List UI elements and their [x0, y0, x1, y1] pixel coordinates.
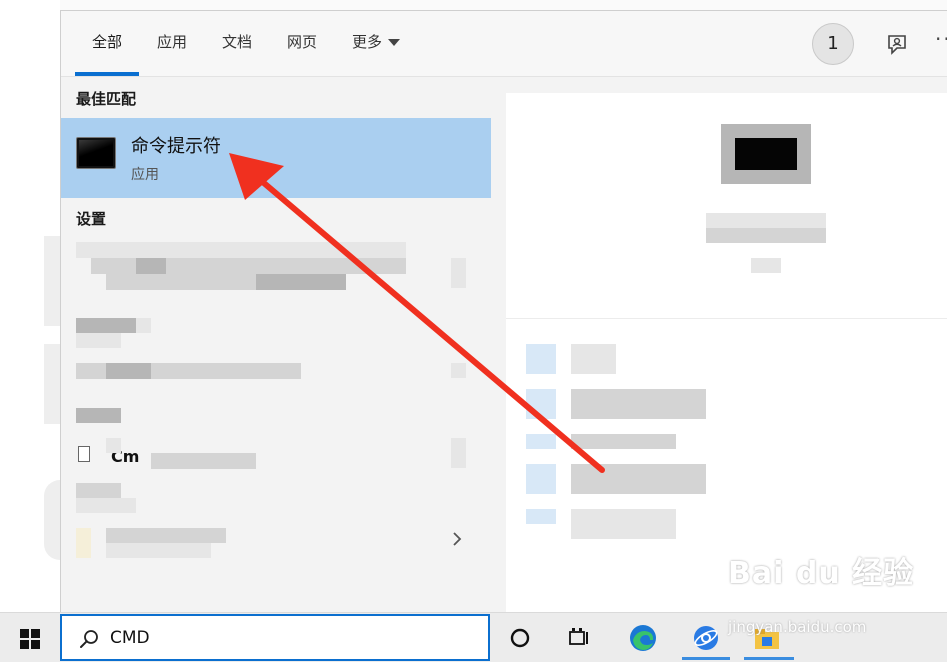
- blurred-region: [44, 236, 60, 326]
- cortana-icon[interactable]: [505, 623, 535, 653]
- blurred-region: [76, 498, 136, 513]
- blurred-region: [571, 389, 706, 419]
- blurred-region: [76, 408, 121, 423]
- preview-pane: [506, 93, 947, 613]
- taskbar-search-box[interactable]: CMD: [60, 614, 490, 661]
- blurred-region: [106, 528, 226, 543]
- blurred-region: [136, 318, 151, 333]
- browser-icon[interactable]: [691, 623, 721, 653]
- blurred-region: [106, 543, 211, 558]
- action-icon: [526, 509, 556, 524]
- blurred-region: [451, 438, 466, 468]
- active-app-indicator: [682, 657, 730, 660]
- action-icon: [526, 464, 556, 494]
- blurred-region: [571, 464, 706, 494]
- blurred-region: [76, 242, 406, 258]
- blurred-region: [76, 528, 91, 558]
- task-view-icon[interactable]: [564, 623, 594, 653]
- best-match-heading: 最佳匹配: [76, 90, 137, 108]
- blurred-region: [451, 258, 466, 288]
- rewards-badge[interactable]: 1: [812, 23, 854, 65]
- blurred-region: [76, 333, 121, 348]
- tab-web[interactable]: 网页: [287, 31, 317, 59]
- active-app-indicator: [744, 657, 794, 660]
- search-input[interactable]: CMD: [110, 628, 150, 648]
- blurred-region: [44, 480, 60, 560]
- filter-tab-bar: 全部 应用 文档 网页 更多 1 ···: [61, 11, 947, 77]
- command-prompt-icon: [76, 137, 116, 169]
- tab-more-label: 更多: [352, 33, 383, 51]
- best-match-subtitle: 应用: [131, 167, 159, 183]
- edge-icon[interactable]: [628, 623, 658, 653]
- search-panel: 全部 应用 文档 网页 更多 1 ··· 最佳匹配 命令提示符 应用: [60, 10, 947, 613]
- best-match-result[interactable]: 命令提示符 应用: [61, 118, 491, 198]
- action-icon: [526, 389, 556, 419]
- tab-apps[interactable]: 应用: [157, 31, 187, 59]
- action-icon: [526, 434, 556, 449]
- blurred-region: [256, 274, 346, 290]
- blurred-region: [706, 228, 826, 243]
- chevron-right-icon[interactable]: [451, 531, 463, 547]
- desktop-background: [0, 0, 60, 612]
- blurred-region: [751, 258, 781, 273]
- results-list: 最佳匹配 命令提示符 应用 设置 Cm: [61, 78, 491, 613]
- blurred-region: [571, 344, 616, 374]
- more-options-button[interactable]: ···: [935, 27, 947, 51]
- search-icon: [80, 630, 98, 648]
- blurred-region: [571, 509, 676, 539]
- command-prompt-icon: [735, 138, 797, 170]
- blurred-region: [44, 344, 60, 424]
- feedback-icon[interactable]: [885, 33, 909, 57]
- blurred-region: [106, 363, 151, 379]
- settings-heading: 设置: [76, 210, 107, 228]
- action-icon: [526, 344, 556, 374]
- tab-all[interactable]: 全部: [92, 31, 122, 59]
- active-tab-indicator: [75, 72, 139, 76]
- file-icon: [78, 446, 90, 462]
- tab-documents[interactable]: 文档: [222, 31, 252, 59]
- watermark-logo: Bai du 经验: [728, 556, 915, 591]
- blurred-region: [706, 213, 826, 228]
- watermark-url: jingyan.baidu.com: [728, 618, 867, 636]
- screen: 全部 应用 文档 网页 更多 1 ··· 最佳匹配 命令提示符 应用: [0, 0, 947, 662]
- blurred-region: [136, 258, 166, 274]
- tab-more[interactable]: 更多: [352, 31, 401, 59]
- best-match-title: 命令提示符: [131, 136, 221, 157]
- blurred-region: [106, 438, 121, 453]
- blurred-region: [571, 434, 676, 449]
- blurred-region: [76, 483, 121, 498]
- chevron-down-icon: [388, 39, 401, 46]
- blurred-region: [151, 453, 256, 469]
- blurred-region: [76, 318, 136, 333]
- blurred-region: [451, 363, 466, 378]
- windows-logo-icon[interactable]: [20, 629, 40, 649]
